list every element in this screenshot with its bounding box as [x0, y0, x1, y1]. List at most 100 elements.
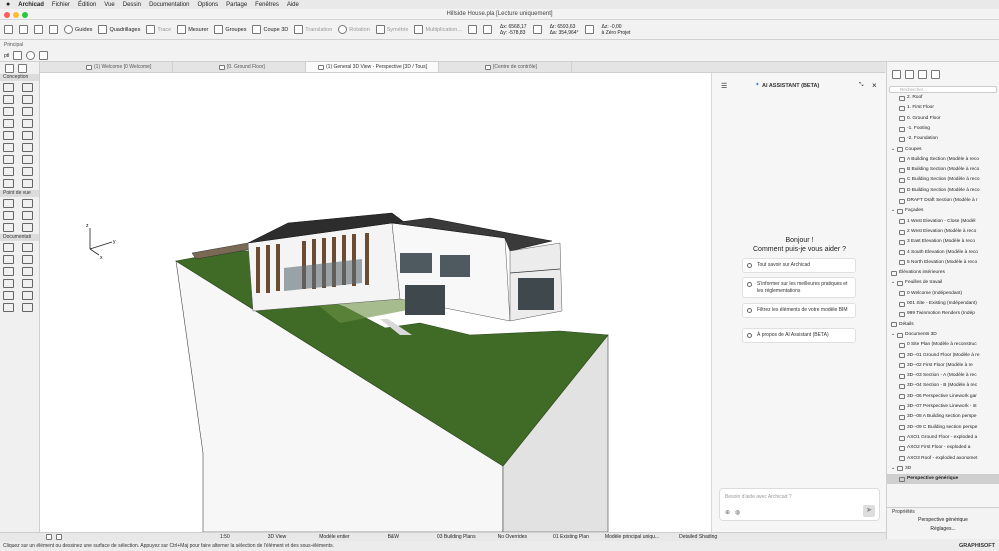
tab-3d-view[interactable]: (1) General 3D View - Perspective [3D / …: [306, 62, 439, 72]
level-dimension-tool-icon[interactable]: [21, 243, 33, 252]
navigator-item[interactable]: 3D--07 Perspective Linework - st: [887, 402, 999, 412]
suggestion-filter-bim[interactable]: Filtrez les éléments de votre modèle BIM: [742, 303, 856, 318]
object-tool-icon[interactable]: [3, 119, 14, 128]
pointer-field[interactable]: ptl: [4, 53, 9, 59]
navigator-item[interactable]: 3D--04 Section - B (Modèle à rec: [887, 381, 999, 391]
dimension-tool-icon[interactable]: [3, 243, 14, 252]
tab-control-center[interactable]: [Centre de contrôle]: [439, 62, 572, 72]
menu-fichier[interactable]: Fichier: [52, 2, 70, 8]
renovation-filter-control[interactable]: 01 Existing Plan: [553, 534, 589, 540]
project-map-icon[interactable]: [892, 69, 901, 79]
navigator-folder[interactable]: ⌄ Feuilles de travail: [887, 278, 999, 288]
attach-icon[interactable]: ⊕: [725, 509, 730, 516]
layers-icon[interactable]: [19, 25, 28, 34]
column-tool-icon[interactable]: [3, 95, 14, 104]
corner-window-tool-icon[interactable]: [21, 179, 33, 188]
railing-tool-icon[interactable]: [21, 143, 33, 152]
pen-set-control[interactable]: B&W: [388, 534, 399, 540]
menu-app[interactable]: Archicad: [18, 2, 44, 8]
wall-tool-icon[interactable]: [3, 83, 14, 92]
menu-dessin[interactable]: Dessin: [123, 2, 141, 8]
navigator-folder[interactable]: ⌄ Coupes: [887, 145, 999, 155]
beam-tool-icon[interactable]: [21, 95, 33, 104]
section-tool-icon[interactable]: [3, 199, 14, 208]
close-window-button[interactable]: [4, 12, 10, 18]
navigator-item[interactable]: 3D--02 First Floor (Modèle à re: [887, 361, 999, 371]
shell-tool-icon[interactable]: [21, 131, 33, 140]
navigator-item[interactable]: AXO2 First Floor - exploded a: [887, 443, 999, 453]
navigator-item[interactable]: -2. Foundation: [887, 134, 999, 144]
elevation-icon[interactable]: [584, 25, 594, 34]
navigator-item[interactable]: 3D--09 C Building section perspe: [887, 423, 999, 433]
menu-partage[interactable]: Partage: [226, 2, 247, 8]
change-tool-icon[interactable]: [21, 223, 33, 232]
spline-tool-icon[interactable]: [3, 291, 14, 300]
multiplication-button[interactable]: Multiplication...: [414, 25, 462, 34]
navigator-item[interactable]: B Building Section (Modèle à reco: [887, 165, 999, 175]
collapse-icon[interactable]: ⤡: [859, 82, 863, 89]
suggestion-best-practices[interactable]: S'informer sur les meilleures pratiques …: [742, 277, 856, 298]
arrow-select-icon[interactable]: [39, 51, 49, 60]
navigator-item[interactable]: Détails: [887, 320, 999, 330]
arc-tool-icon[interactable]: [3, 279, 14, 288]
worksheet-tool-icon[interactable]: [21, 211, 33, 220]
menu-options[interactable]: Options: [197, 2, 218, 8]
section-conception[interactable]: Conception: [0, 74, 39, 81]
navigator-folder[interactable]: ⌄ Documents 3D: [887, 330, 999, 340]
quadrillages-button[interactable]: Quadrillages: [98, 25, 140, 34]
marquee-tool-icon[interactable]: [18, 64, 27, 73]
suggestion-about[interactable]: À propos de AI Assistant (BETA): [742, 328, 856, 343]
layer-combination-control[interactable]: 03 Building Plans: [437, 534, 476, 540]
model-view-options-control[interactable]: Modèle principal uniqu...: [605, 534, 659, 540]
scale-control[interactable]: 1:50: [220, 534, 230, 540]
zoom-in-icon[interactable]: [46, 534, 52, 540]
lock-icon[interactable]: [532, 25, 542, 34]
chevron-down-icon[interactable]: ⌄: [891, 145, 895, 155]
chevron-down-icon[interactable]: ⌄: [891, 206, 895, 216]
elevation-tool-icon[interactable]: [21, 199, 33, 208]
graphic-override-control[interactable]: No Overrides: [498, 534, 527, 540]
3d-viewport[interactable]: z y x: [40, 73, 711, 532]
navigator-item[interactable]: Élévations intérieures: [887, 268, 999, 278]
text-tool-icon[interactable]: [3, 255, 14, 264]
coupe3d-button[interactable]: Coupe 3D: [252, 25, 288, 34]
arrow-tool-icon[interactable]: [5, 64, 14, 73]
shading-control[interactable]: Detailed Shading: [679, 534, 717, 540]
send-icon[interactable]: ➤: [863, 505, 875, 517]
navigator-item[interactable]: 0. Ground Floor: [887, 114, 999, 124]
navigator-item[interactable]: DRAFT Draft Section (Modèle à r: [887, 196, 999, 206]
line-tool-icon[interactable]: [21, 267, 33, 276]
stair-tool-icon[interactable]: [3, 143, 14, 152]
globe-icon[interactable]: ◍: [735, 509, 740, 516]
menu-aide[interactable]: Aide: [287, 2, 299, 8]
pencil-icon[interactable]: [34, 25, 43, 34]
menu-documentation[interactable]: Documentation: [149, 2, 189, 8]
minimize-window-button[interactable]: [13, 12, 19, 18]
layout-book-icon[interactable]: [918, 69, 927, 79]
settings-icon[interactable]: [26, 51, 36, 60]
navigator-item[interactable]: 001 Site - Existing (Indépendant): [887, 299, 999, 309]
navigator-item[interactable]: 0 Welcome (Indépendant): [887, 289, 999, 299]
morph-tool-icon[interactable]: [21, 167, 33, 176]
chevron-down-icon[interactable]: ⌄: [891, 278, 895, 288]
model-filter-control[interactable]: Modèle entier: [319, 534, 349, 540]
curtain-wall-tool-icon[interactable]: [3, 167, 14, 176]
eyedropper-icon[interactable]: [49, 25, 58, 34]
navigator-folder[interactable]: ⌄ 3D: [887, 464, 999, 474]
view-type-control[interactable]: 3D View: [268, 534, 287, 540]
navigator-item[interactable]: A Building Section (Modèle à reco: [887, 155, 999, 165]
detail-tool-icon[interactable]: [3, 223, 14, 232]
navigator-search[interactable]: Rechercher...: [889, 86, 997, 93]
navigator-item[interactable]: Perspective générique: [887, 474, 999, 485]
navigator-item[interactable]: 3D--06 Perspective Linework gar: [887, 392, 999, 402]
view-map-icon[interactable]: [905, 69, 914, 79]
skylight-tool-icon[interactable]: [3, 179, 14, 188]
label-tool-icon[interactable]: [21, 255, 33, 264]
interior-elevation-tool-icon[interactable]: [3, 211, 14, 220]
mesurer-button[interactable]: Mesurer: [177, 25, 208, 34]
properties-header[interactable]: Propriétés: [887, 509, 999, 516]
zone-tool-icon[interactable]: [21, 155, 33, 164]
navigator-item[interactable]: 1 West Elevation - Close (Modèl: [887, 217, 999, 227]
guides-button[interactable]: Guides: [64, 25, 92, 34]
tab-ground-floor[interactable]: [0. Ground Floor]: [173, 62, 306, 72]
